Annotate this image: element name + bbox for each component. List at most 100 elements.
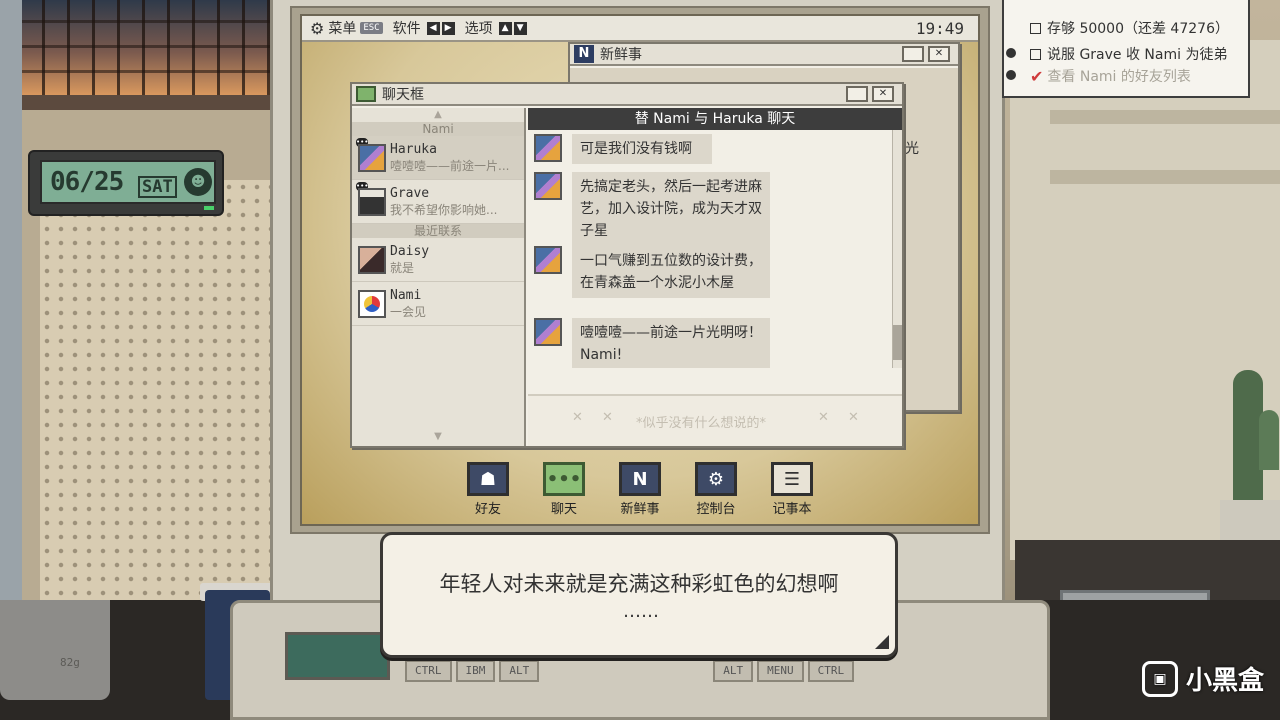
avatar — [358, 245, 386, 274]
checkbox-icon — [1030, 48, 1041, 60]
menu-button[interactable]: ⚙ 菜单 ESC — [310, 18, 383, 38]
contact-name: Grave — [390, 185, 430, 201]
arrow-right-icon[interactable]: ▶ — [441, 21, 455, 35]
avatar — [358, 187, 386, 216]
contact-preview: 一会见 — [390, 304, 427, 319]
chat-header: 替 Nami 与 Haruka 聊天 — [528, 108, 902, 130]
scroll-thumb[interactable] — [893, 325, 902, 360]
avatar — [358, 143, 386, 172]
task-text: 说服 Grave 收 Nami 为徒弟 — [1047, 47, 1228, 63]
contact-nami[interactable]: Nami 一会见 — [352, 282, 524, 326]
machine-slot — [1050, 110, 1280, 124]
system-clock: 19:49 — [915, 18, 964, 38]
contact-preview: 我不希望你影响她... — [390, 202, 498, 217]
contact-daisy[interactable]: Daisy 就是 — [352, 238, 524, 282]
dock-label: 好友 — [474, 502, 501, 517]
dialog-box[interactable]: 年轻人对未来就是充满这种彩虹色的幻想啊 …… — [380, 532, 898, 658]
minimize-button[interactable] — [902, 46, 924, 62]
clock-screen: 06/25 SAT ☻ — [40, 160, 216, 204]
group-header-recent: 最近联系 — [352, 224, 524, 238]
group-header-nami: Nami — [352, 122, 524, 136]
decor-x-icon: ✕ — [602, 410, 613, 425]
arrow-down-icon[interactable]: ▼ — [513, 21, 527, 35]
task-item: ✔ 查看 Nami 的好友列表 — [1006, 66, 1191, 86]
news-icon: N — [574, 45, 594, 63]
reply-area[interactable]: ✕ ✕ *似乎没有什么想说的* ✕ ✕ — [528, 394, 902, 446]
scroll-up-icon[interactable]: ▲ — [352, 108, 524, 122]
dock-label: 控制台 — [696, 502, 736, 517]
news-window-titlebar[interactable]: N 新鲜事 ✕ — [570, 44, 958, 66]
task-text: 查看 Nami 的好友列表 — [1047, 69, 1191, 85]
friends-icon: ☗ — [467, 462, 509, 496]
watermark-text: 小黑盒 — [1186, 666, 1265, 696]
clock-day: SAT — [138, 176, 177, 198]
message-bubble: 一口气赚到五位数的设计费，在青森盖一个水泥小木屋 — [572, 246, 770, 298]
key-menu: MENU — [757, 660, 804, 682]
message-bubble: 噎噎噎——前途一片光明呀！Nami! — [572, 318, 770, 368]
chat-panel: 替 Nami 与 Haruka 聊天 可是我们没有钱啊 先搞定老头，然后一起考进… — [528, 108, 902, 446]
notepad-icon: ☰ — [771, 462, 813, 496]
smiley-icon: ☻ — [184, 168, 212, 196]
chat-window-title: 聊天框 — [382, 87, 424, 103]
key-alt-left: ALT — [499, 660, 540, 682]
dock-news[interactable]: N 新鲜事 — [614, 462, 666, 517]
bullet-icon — [1006, 70, 1016, 80]
message: 噎噎噎——前途一片光明呀！Nami! — [534, 318, 770, 368]
gear-icon: ⚙ — [310, 18, 325, 38]
arrow-left-icon[interactable]: ◀ — [426, 21, 440, 35]
contact-preview: 噎噎噎——前途一片... — [390, 158, 510, 173]
message: 先搞定老头，然后一起考进麻艺，加入设计院，成为天才双子星 — [534, 172, 770, 246]
dock-notepad[interactable]: ☰ 记事本 — [766, 462, 818, 517]
task-item: 说服 Grave 收 Nami 为徒弟 — [1006, 44, 1228, 64]
message: 可是我们没有钱啊 — [534, 134, 712, 164]
software-menu[interactable]: 软件 ◀ ▶ — [393, 18, 455, 38]
dock-chat[interactable]: ••• 聊天 — [538, 462, 590, 517]
avatar — [358, 289, 386, 318]
mug-label: 82g — [60, 656, 80, 669]
mug — [0, 600, 110, 700]
dock-console[interactable]: ⚙ 控制台 — [690, 462, 742, 517]
message: 一口气赚到五位数的设计费，在青森盖一个水泥小木屋 — [534, 246, 770, 298]
dialog-text: 年轻人对未来就是充满这种彩虹色的幻想啊 — [439, 572, 839, 596]
options-label: 选项 — [464, 21, 493, 37]
options-menu[interactable]: 选项 ▲ ▼ — [465, 18, 527, 38]
continue-icon[interactable] — [875, 635, 889, 649]
contact-grave[interactable]: ••• Grave 我不希望你影响她... — [352, 180, 524, 224]
checkbox-icon — [1030, 22, 1041, 34]
avatar — [534, 172, 562, 200]
chat-window[interactable]: 聊天框 ✕ ▲ Nami ••• Haruka 噎噎噎——前途一片... ••• — [350, 82, 904, 448]
dock-friends[interactable]: ☗ 好友 — [462, 462, 514, 517]
contact-name: Daisy — [390, 243, 430, 259]
avatar — [534, 318, 562, 346]
contact-list: ▲ Nami ••• Haruka 噎噎噎——前途一片... ••• Grave… — [352, 108, 526, 446]
arrow-up-icon[interactable]: ▲ — [498, 21, 512, 35]
message-bubble: 可是我们没有钱啊 — [572, 134, 712, 164]
decor-x-icon: ✕ — [848, 410, 859, 425]
contact-name: Haruka — [390, 141, 437, 157]
contact-preview: 就是 — [390, 260, 415, 275]
minimize-button[interactable] — [846, 86, 868, 102]
close-button[interactable]: ✕ — [872, 86, 894, 102]
bullet-icon — [1006, 48, 1016, 58]
pegboard — [40, 180, 275, 600]
contact-name: Nami — [390, 287, 422, 303]
task-list: 存够 50000（还差 47276） 说服 Grave 收 Nami 为徒弟 ✔… — [1002, 0, 1250, 98]
message-bubble: 先搞定老头，然后一起考进麻艺，加入设计院，成为天才双子星 — [572, 172, 770, 246]
console-icon: ⚙ — [695, 462, 737, 496]
watermark: ▣ 小黑盒 — [1142, 660, 1264, 697]
scroll-down-icon[interactable]: ▼ — [352, 430, 524, 444]
desk-clock: 06/25 SAT ☻ — [28, 150, 224, 216]
close-button[interactable]: ✕ — [928, 46, 950, 62]
decor-x-icon: ✕ — [818, 410, 829, 425]
check-icon: ✔ — [1030, 66, 1044, 86]
game-scene: 06/25 SAT ☻ 82g CTRL IBM ALT ALT MENU CT… — [0, 0, 1280, 720]
chat-icon — [356, 86, 376, 102]
decor-x-icon: ✕ — [572, 410, 583, 425]
key-ctrl-right: CTRL — [807, 660, 855, 682]
chat-window-titlebar[interactable]: 聊天框 ✕ — [352, 84, 902, 106]
avatar — [534, 246, 562, 274]
message-list: 可是我们没有钱啊 先搞定老头，然后一起考进麻艺，加入设计院，成为天才双子星 一口… — [528, 130, 890, 368]
contact-haruka[interactable]: ••• Haruka 噎噎噎——前途一片... — [352, 136, 524, 180]
message-scrollbar[interactable] — [892, 130, 902, 368]
cactus-arm — [1259, 410, 1279, 470]
